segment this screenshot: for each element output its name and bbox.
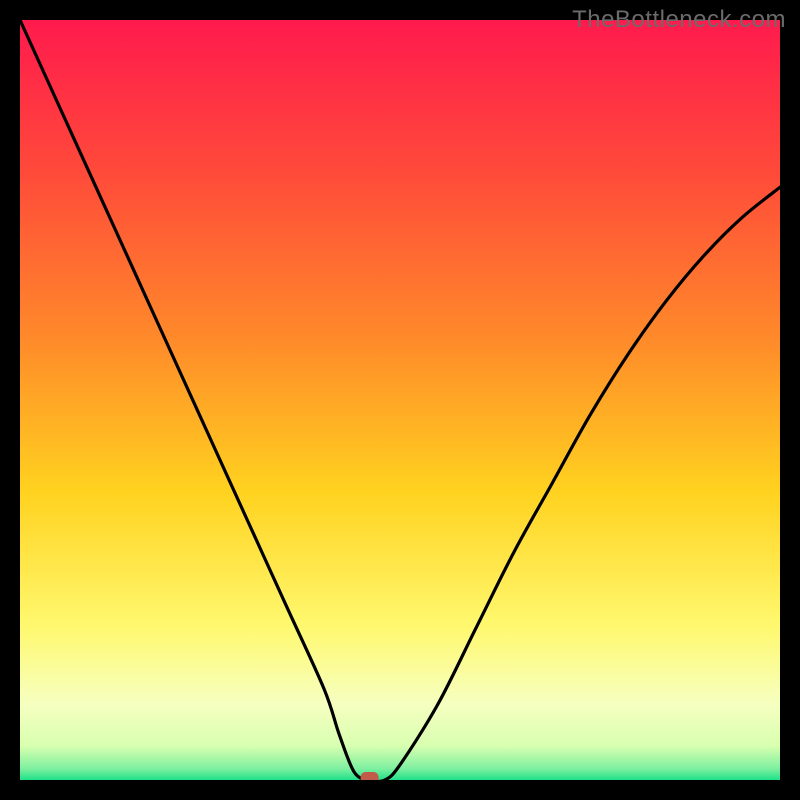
chart-frame: TheBottleneck.com — [0, 0, 800, 800]
gradient-background — [20, 20, 780, 780]
minimum-marker — [361, 772, 379, 780]
bottleneck-curve-chart — [20, 20, 780, 780]
watermark-text: TheBottleneck.com — [572, 6, 786, 34]
plot-area — [20, 20, 780, 780]
